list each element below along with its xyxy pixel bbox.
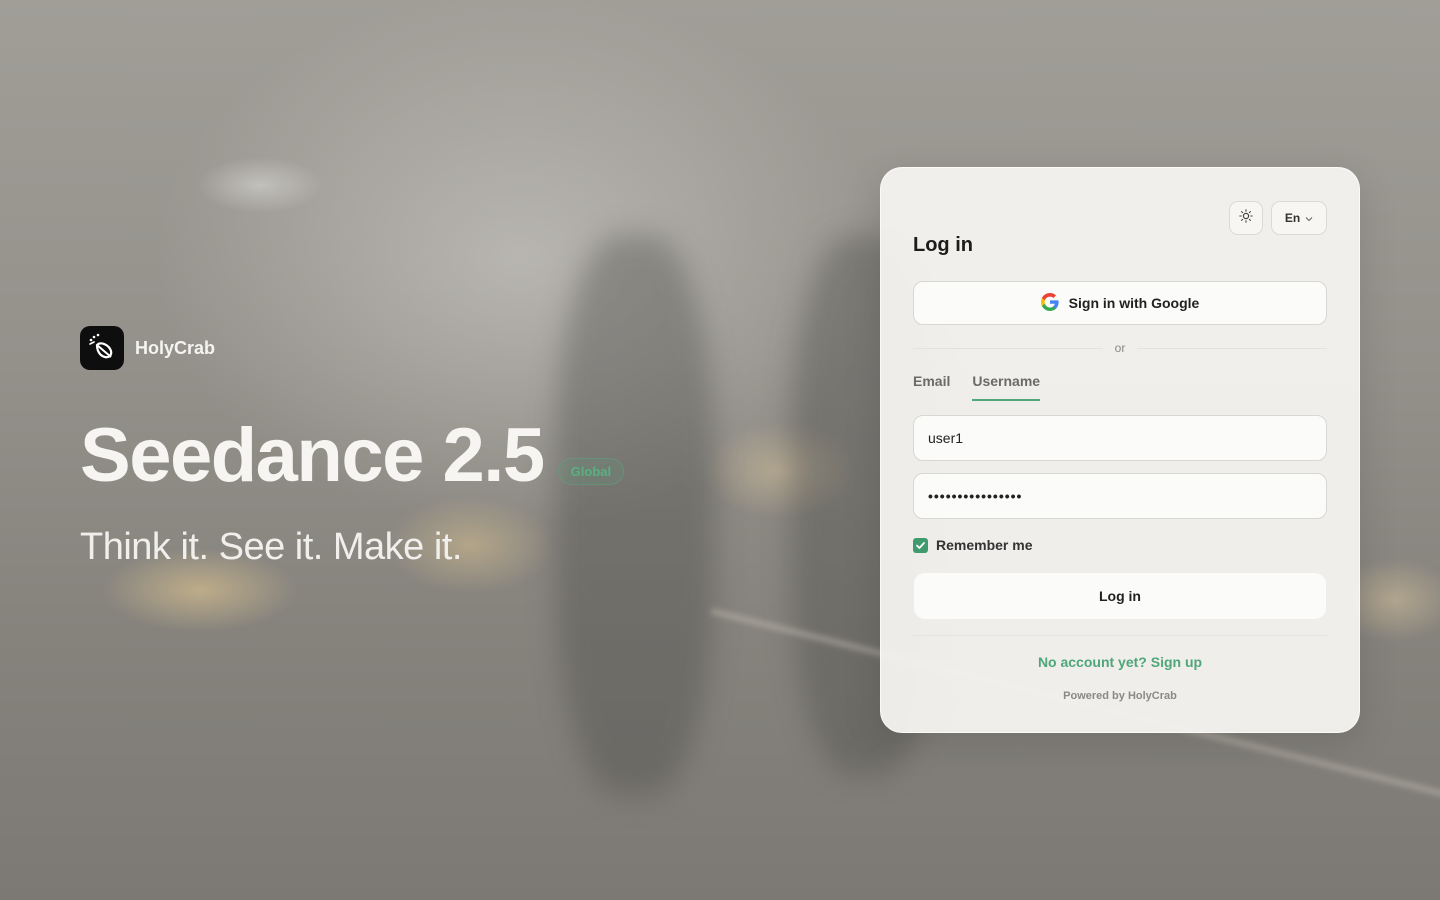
login-button[interactable]: Log in (913, 572, 1327, 620)
powered-by: Powered by HolyCrab (1063, 690, 1177, 702)
google-signin-button[interactable]: Sign in with Google (913, 281, 1327, 325)
login-title: Log in (913, 234, 973, 256)
hero-title: Seedance 2.5 (80, 413, 545, 498)
brand: HolyCrab (80, 326, 215, 370)
sun-icon (1239, 208, 1253, 228)
region-badge: Global (557, 457, 625, 485)
login-method-tabs: Email Username (913, 373, 1041, 401)
remember-me[interactable]: Remember me (913, 537, 1033, 553)
remember-me-label: Remember me (936, 537, 1033, 553)
password-input[interactable]: •••••••••••••••• (913, 473, 1327, 519)
google-signin-label: Sign in with Google (1068, 295, 1200, 311)
language-value: En (1284, 211, 1301, 225)
hero-tagline: Think it. See it. Make it. (80, 526, 462, 568)
brand-name: HolyCrab (135, 337, 216, 358)
footer-divider (913, 635, 1327, 636)
chevron-down-icon (1305, 211, 1313, 225)
tab-email[interactable]: Email (913, 373, 950, 401)
google-icon (1040, 292, 1059, 314)
comet-logo-icon (80, 326, 124, 370)
or-divider: or (913, 340, 1328, 356)
language-select[interactable]: En (1271, 201, 1327, 235)
tab-username[interactable]: Username (972, 373, 1041, 401)
card-controls: En (1229, 201, 1327, 235)
signup-link[interactable]: No account yet? Sign up (881, 654, 1359, 670)
login-card: En Log in Sign in with Google or Email U… (880, 167, 1360, 733)
divider-text: or (1114, 341, 1126, 355)
username-input[interactable]: user1 (913, 415, 1327, 461)
hero-title-row: Seedance 2.5 Global (80, 413, 625, 498)
remember-me-checkbox[interactable] (913, 537, 928, 553)
theme-toggle-button[interactable] (1229, 201, 1263, 235)
